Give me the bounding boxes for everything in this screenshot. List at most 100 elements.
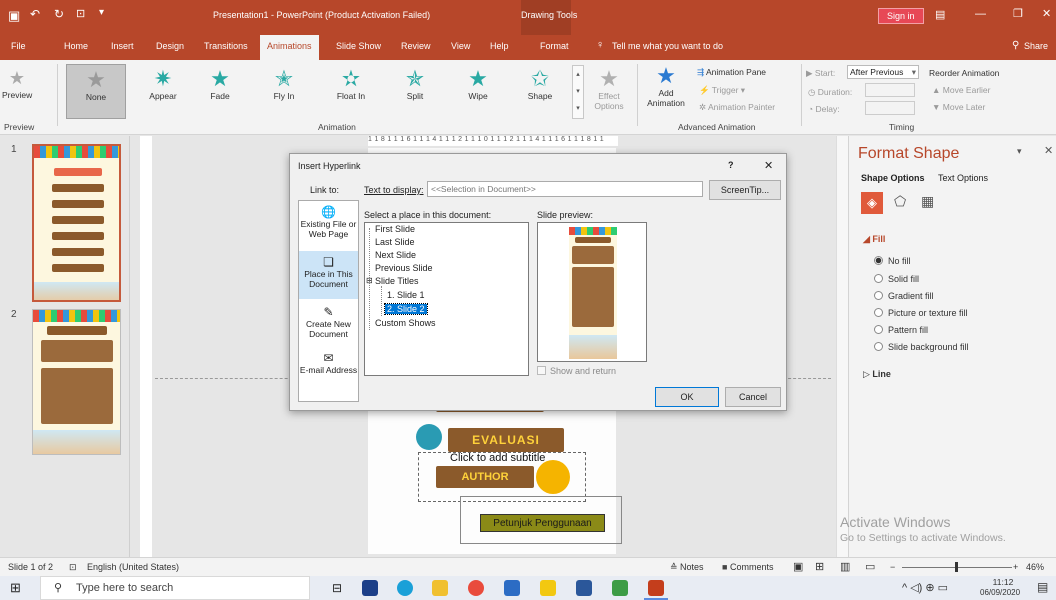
- restore-icon[interactable]: ❐: [1013, 7, 1023, 20]
- zoom-level[interactable]: 46%: [1026, 562, 1044, 572]
- effect-fade[interactable]: ★ Fade: [200, 67, 240, 102]
- notification-icon[interactable]: ▤: [1037, 580, 1048, 594]
- petunjuk-button[interactable]: Petunjuk Penggunaan: [480, 514, 605, 532]
- store-icon[interactable]: [362, 580, 378, 596]
- move-earlier-button[interactable]: ▲ Move Earlier: [932, 85, 991, 95]
- notes-button[interactable]: ≙ Notes: [670, 562, 704, 573]
- tab-help[interactable]: Help: [490, 41, 509, 51]
- windows-start-icon[interactable]: ⊞: [10, 580, 21, 596]
- photos-icon[interactable]: [612, 580, 628, 596]
- tree-item-custom-shows[interactable]: Custom Shows: [375, 318, 436, 328]
- cancel-button[interactable]: Cancel: [725, 387, 781, 407]
- effect-fly-in[interactable]: ✭ Fly In: [264, 67, 304, 102]
- tree-item-first-slide[interactable]: First Slide: [375, 224, 415, 234]
- tree-item-slide-titles[interactable]: Slide Titles: [375, 276, 419, 286]
- preview-button[interactable]: ★ Preview: [2, 66, 32, 100]
- ribbon-display-icon[interactable]: ▤: [935, 8, 945, 21]
- fill-section[interactable]: ◢ Fill: [863, 234, 885, 245]
- customize-qat-icon[interactable]: ▾: [99, 7, 104, 18]
- minimize-icon[interactable]: —: [975, 8, 986, 20]
- effect-wipe[interactable]: ★ Wipe: [458, 67, 498, 102]
- start-dropdown[interactable]: After Previous ▾: [847, 65, 919, 79]
- tab-design[interactable]: Design: [156, 41, 184, 51]
- tab-slide-show[interactable]: Slide Show: [336, 41, 381, 51]
- tab-home[interactable]: Home: [64, 41, 88, 51]
- duration-input[interactable]: [865, 83, 915, 97]
- vertical-scrollbar[interactable]: [836, 136, 848, 557]
- tab-insert[interactable]: Insert: [111, 41, 134, 51]
- animation-painter-button[interactable]: ✲ Animation Painter: [699, 102, 775, 113]
- text-options-tab[interactable]: Text Options: [938, 173, 988, 183]
- move-later-button[interactable]: ▼ Move Later: [932, 102, 985, 112]
- link-existing-file[interactable]: 🌐 Existing File or Web Page: [299, 205, 358, 249]
- size-properties-icon[interactable]: ▦: [921, 193, 934, 210]
- tab-file[interactable]: File: [11, 41, 26, 51]
- clock-date[interactable]: 06/09/2020: [980, 588, 1020, 597]
- dialog-close-button[interactable]: ✕: [764, 159, 773, 172]
- effect-none[interactable]: ★ None: [66, 64, 126, 119]
- power-bi-icon[interactable]: [540, 580, 556, 596]
- clock-time[interactable]: 11:12: [987, 577, 1019, 587]
- language-status[interactable]: English (United States): [87, 562, 179, 572]
- line-section[interactable]: ▷ Line: [863, 369, 891, 380]
- collapse-icon[interactable]: ⊟: [366, 276, 373, 285]
- reading-view-icon[interactable]: ▥: [840, 560, 850, 573]
- save-icon[interactable]: ▣: [8, 8, 20, 24]
- effect-shape[interactable]: ✩ Shape: [520, 67, 560, 102]
- sign-in-button[interactable]: Sign in: [878, 8, 924, 24]
- slide-thumbnail-2[interactable]: [32, 309, 121, 455]
- tell-me-input[interactable]: Tell me what you want to do: [612, 41, 723, 51]
- animation-pane-button[interactable]: ⇶ Animation Pane: [697, 67, 766, 78]
- comments-button[interactable]: ■ Comments: [722, 562, 773, 572]
- redo-icon[interactable]: ↻: [54, 7, 64, 21]
- fill-line-icon[interactable]: ◈: [861, 192, 883, 214]
- tab-view[interactable]: View: [451, 41, 470, 51]
- add-animation-button[interactable]: ★ Add Animation: [641, 64, 691, 109]
- radio-no-fill[interactable]: No fill: [874, 256, 911, 266]
- share-button[interactable]: Share: [1024, 41, 1048, 51]
- radio-picture-fill[interactable]: Picture or texture fill: [874, 308, 968, 318]
- slide-thumbnail-1[interactable]: [32, 144, 121, 302]
- tab-format[interactable]: Format: [540, 41, 569, 51]
- tree-item-next-slide[interactable]: Next Slide: [375, 250, 416, 260]
- normal-view-icon[interactable]: ▣: [793, 560, 803, 573]
- radio-solid-fill[interactable]: Solid fill: [874, 274, 919, 284]
- effects-icon[interactable]: ⬠: [894, 193, 906, 210]
- edge-icon[interactable]: [397, 580, 413, 596]
- tree-item-last-slide[interactable]: Last Slide: [375, 237, 415, 247]
- zoom-slider-thumb[interactable]: [955, 562, 958, 572]
- screentip-button[interactable]: ScreenTip...: [709, 180, 781, 200]
- show-and-return-checkbox[interactable]: Show and return: [537, 366, 616, 376]
- author-plank[interactable]: AUTHOR: [436, 466, 534, 488]
- gallery-scroll[interactable]: ▴ ▾ ▾: [572, 65, 584, 119]
- help-button[interactable]: ?: [728, 160, 734, 170]
- powerpoint-icon[interactable]: [648, 580, 664, 596]
- link-place-in-document[interactable]: ❏ Place in This Document: [299, 251, 358, 299]
- link-create-new[interactable]: ✎ Create New Document: [299, 305, 358, 349]
- tab-review[interactable]: Review: [401, 41, 431, 51]
- text-to-display-input[interactable]: <<Selection in Document>>: [427, 181, 703, 197]
- effect-split[interactable]: ✯ Split: [395, 67, 435, 102]
- pane-close-icon[interactable]: ✕: [1044, 144, 1053, 157]
- share-icon[interactable]: ⚲: [1012, 40, 1019, 51]
- close-icon[interactable]: ✕: [1042, 7, 1051, 20]
- tab-animations[interactable]: Animations: [260, 35, 319, 60]
- present-icon[interactable]: ⊡: [76, 7, 85, 20]
- zoom-in-button[interactable]: +: [1013, 562, 1018, 572]
- zoom-out-button[interactable]: −: [890, 562, 895, 572]
- tree-item-slide-1[interactable]: 1. Slide 1: [387, 290, 425, 300]
- tree-item-slide-2[interactable]: 2. Slide 2: [384, 303, 428, 315]
- evaluasi-plank[interactable]: EVALUASI: [448, 428, 564, 452]
- task-view-icon[interactable]: ⊟: [332, 581, 342, 595]
- slide-sorter-icon[interactable]: ⊞: [815, 560, 824, 573]
- spelling-icon[interactable]: ⊡: [69, 562, 77, 573]
- effect-options-button[interactable]: ★ Effect Options: [588, 67, 630, 112]
- ok-button[interactable]: OK: [655, 387, 719, 407]
- pane-options-icon[interactable]: ▾: [1017, 146, 1022, 157]
- file-explorer-icon[interactable]: [432, 580, 448, 596]
- system-tray-icons[interactable]: ^ ◁) ⊕ ▭: [902, 581, 948, 594]
- word-icon[interactable]: [576, 580, 592, 596]
- tree-item-previous-slide[interactable]: Previous Slide: [375, 263, 433, 273]
- slideshow-view-icon[interactable]: ▭: [865, 560, 875, 573]
- radio-slide-background-fill[interactable]: Slide background fill: [874, 342, 969, 352]
